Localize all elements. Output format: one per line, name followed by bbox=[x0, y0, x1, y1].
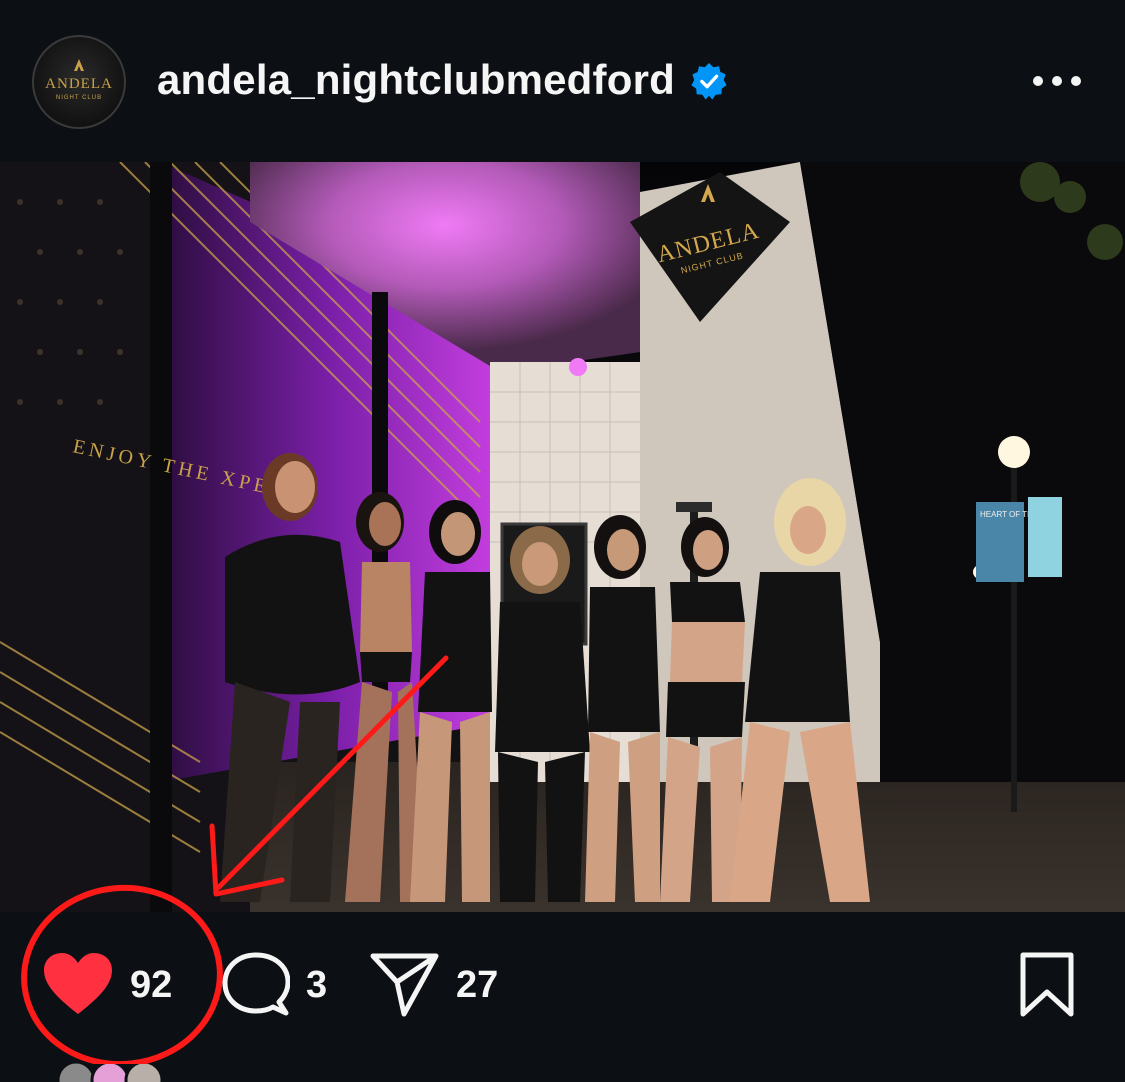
like-count[interactable]: 92 bbox=[130, 964, 172, 1007]
heart-icon[interactable] bbox=[42, 952, 114, 1016]
comment-icon[interactable] bbox=[222, 952, 290, 1018]
more-options-icon[interactable] bbox=[1030, 68, 1084, 94]
post-header: ANDELA NIGHT CLUB andela_nightclubmedfor… bbox=[0, 0, 1125, 163]
share-paper-plane-icon[interactable] bbox=[370, 952, 440, 1018]
comment-count[interactable]: 3 bbox=[306, 964, 327, 1007]
avatar-logo-subtext: NIGHT CLUB bbox=[56, 95, 102, 101]
avatar-logo-text: ANDELA bbox=[45, 76, 113, 92]
verified-badge-icon bbox=[691, 62, 727, 100]
liked-by-avatars[interactable] bbox=[48, 1052, 188, 1082]
account-username[interactable]: andela_nightclubmedford bbox=[157, 56, 675, 104]
share-count[interactable]: 27 bbox=[456, 964, 498, 1007]
andela-logo-icon: ANDELA NIGHT CLUB bbox=[45, 59, 113, 101]
bookmark-icon[interactable] bbox=[1018, 952, 1076, 1018]
post-photo[interactable]: ANDELA NIGHT CLUB ENJOY THE XPERI HEART … bbox=[0, 162, 1125, 912]
post-action-bar: 92 3 27 bbox=[0, 912, 1125, 1064]
profile-avatar[interactable]: ANDELA NIGHT CLUB bbox=[32, 35, 126, 129]
nightclub-group-photo: ANDELA NIGHT CLUB ENJOY THE XPERI HEART … bbox=[0, 162, 1125, 912]
